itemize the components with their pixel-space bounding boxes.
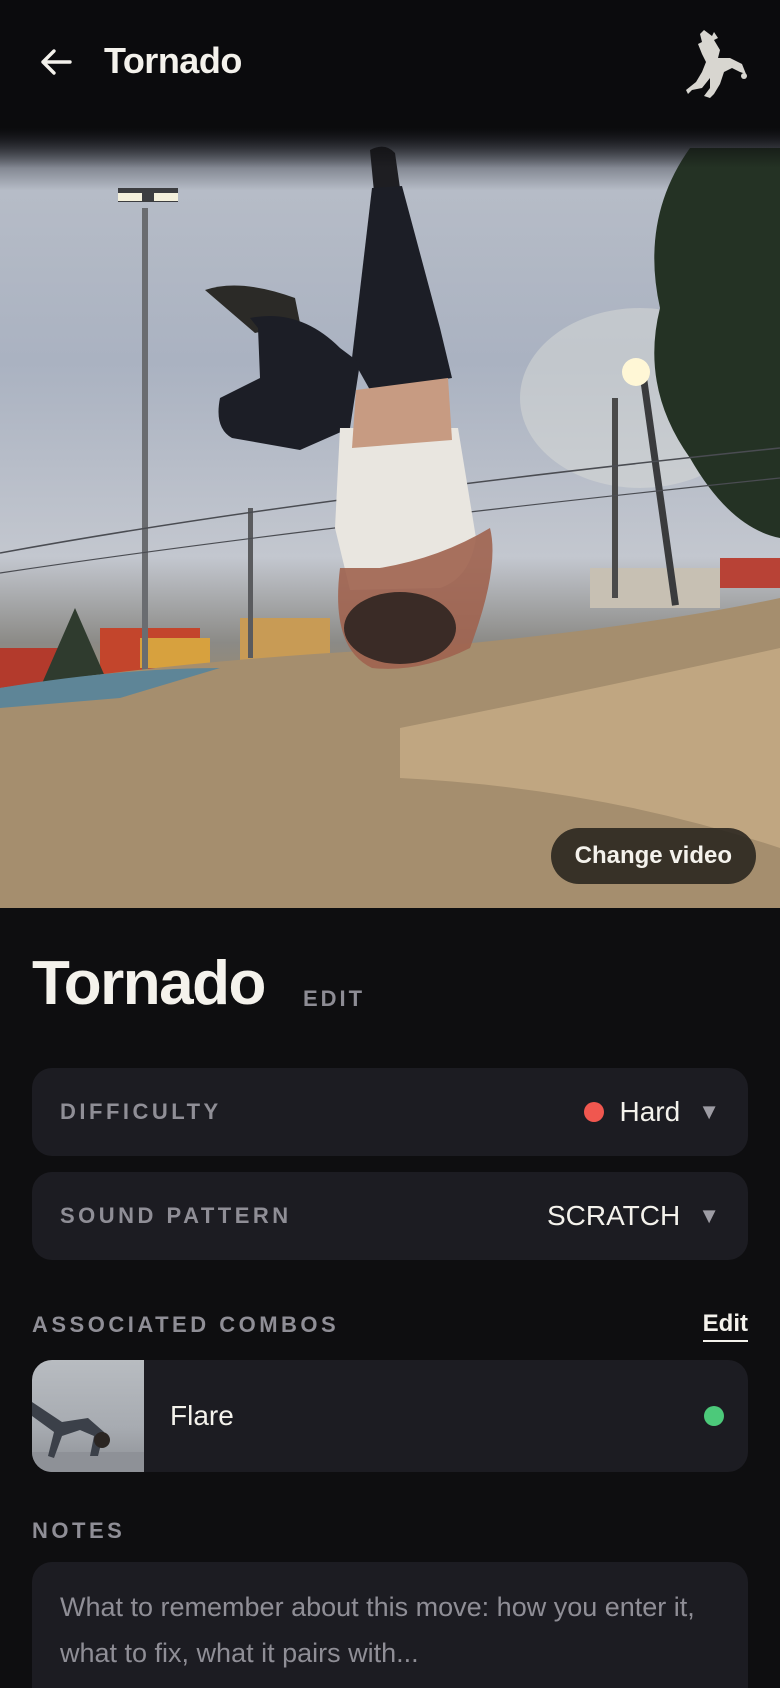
move-video[interactable]: Change video [0, 128, 780, 908]
combo-status-dot [704, 1406, 724, 1426]
chevron-down-icon: ▼ [698, 1203, 720, 1228]
combo-list-item[interactable]: Flare [32, 1360, 748, 1472]
sound-pattern-value: SCRATCH [546, 1200, 681, 1231]
chevron-down-icon: ▼ [698, 1099, 720, 1124]
change-video-button[interactable]: Change video [550, 828, 756, 884]
sound-pattern-field[interactable]: SOUND PATTERN SCRATCH ▼ [32, 1172, 748, 1260]
edit-combos-button[interactable]: Edit [702, 1310, 748, 1342]
difficulty-value-wrapper: Hard ▼ [583, 1096, 720, 1128]
back-button[interactable] [36, 42, 76, 82]
header-title: Tornado [104, 40, 242, 81]
combos-section-label: ASSOCIATED COMBOS [32, 1312, 340, 1337]
sound-pattern-value-wrapper: SCRATCH ▼ [547, 1200, 720, 1232]
combo-name: Flare [170, 1400, 234, 1431]
sound-pattern-label: SOUND PATTERN [60, 1203, 292, 1228]
breakdancer-logo-icon[interactable] [684, 28, 750, 100]
difficulty-status-dot [583, 1102, 604, 1122]
difficulty-value: Hard [619, 1096, 681, 1127]
arrow-left-icon [41, 49, 72, 75]
notes-section-label: NOTES [32, 1518, 126, 1543]
top-bar: Tornado [0, 0, 780, 128]
combo-thumbnail-image [32, 1402, 144, 1472]
video-frame-image [0, 146, 780, 908]
combo-thumbnail [32, 1360, 144, 1472]
edit-title-button[interactable]: EDIT [303, 986, 365, 1012]
notes-input[interactable] [60, 1584, 720, 1688]
difficulty-label: DIFFICULTY [60, 1099, 222, 1124]
notes-box [32, 1562, 748, 1688]
video-top-fade [0, 128, 780, 168]
difficulty-field[interactable]: DIFFICULTY Hard ▼ [32, 1068, 748, 1156]
move-title: Tornado [32, 949, 266, 1018]
